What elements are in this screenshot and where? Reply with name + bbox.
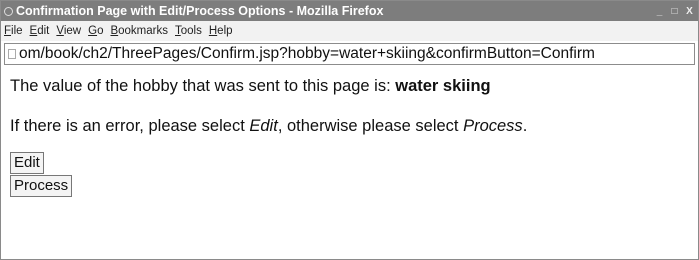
process-button[interactable]: Process [10, 175, 73, 197]
menu-bar: File Edit View Go Bookmarks Tools Help [1, 21, 698, 41]
url-text[interactable]: om/book/ch2/ThreePages/Confirm.jsp?hobby… [19, 45, 595, 63]
page-icon [8, 49, 16, 59]
instruction-edit: Edit [249, 117, 278, 135]
hobby-value: water skiing [395, 77, 491, 95]
menu-file[interactable]: File [4, 25, 23, 37]
instruction-part2: , otherwise please select [277, 117, 464, 135]
menu-go[interactable]: Go [88, 25, 103, 37]
instruction-part3: . [522, 117, 528, 135]
page-content: The value of the hobby that was sent to … [1, 77, 698, 197]
instruction-part1: If there is an error, please select [10, 117, 250, 135]
instruction-process: Process [463, 117, 523, 135]
menu-edit[interactable]: Edit [30, 25, 50, 37]
menu-view[interactable]: View [56, 25, 81, 37]
minimize-button[interactable]: _ [653, 5, 666, 18]
hobby-statement: The value of the hobby that was sent to … [10, 77, 698, 96]
window-title: Confirmation Page with Edit/Process Opti… [16, 4, 384, 18]
browser-window: Confirmation Page with Edit/Process Opti… [0, 0, 699, 260]
edit-button[interactable]: Edit [10, 152, 44, 174]
instruction-text: If there is an error, please select Edit… [10, 117, 698, 136]
address-bar[interactable]: om/book/ch2/ThreePages/Confirm.jsp?hobby… [4, 43, 695, 65]
menu-help[interactable]: Help [209, 25, 233, 37]
window-controls: _ □ X [653, 5, 698, 18]
title-bar: Confirmation Page with Edit/Process Opti… [1, 1, 698, 21]
close-button[interactable]: X [683, 5, 696, 18]
menu-tools[interactable]: Tools [175, 25, 202, 37]
hobby-prefix: The value of the hobby that was sent to … [10, 77, 396, 95]
menu-bookmarks[interactable]: Bookmarks [110, 25, 168, 37]
maximize-button[interactable]: □ [668, 5, 681, 18]
firefox-icon [4, 6, 13, 16]
